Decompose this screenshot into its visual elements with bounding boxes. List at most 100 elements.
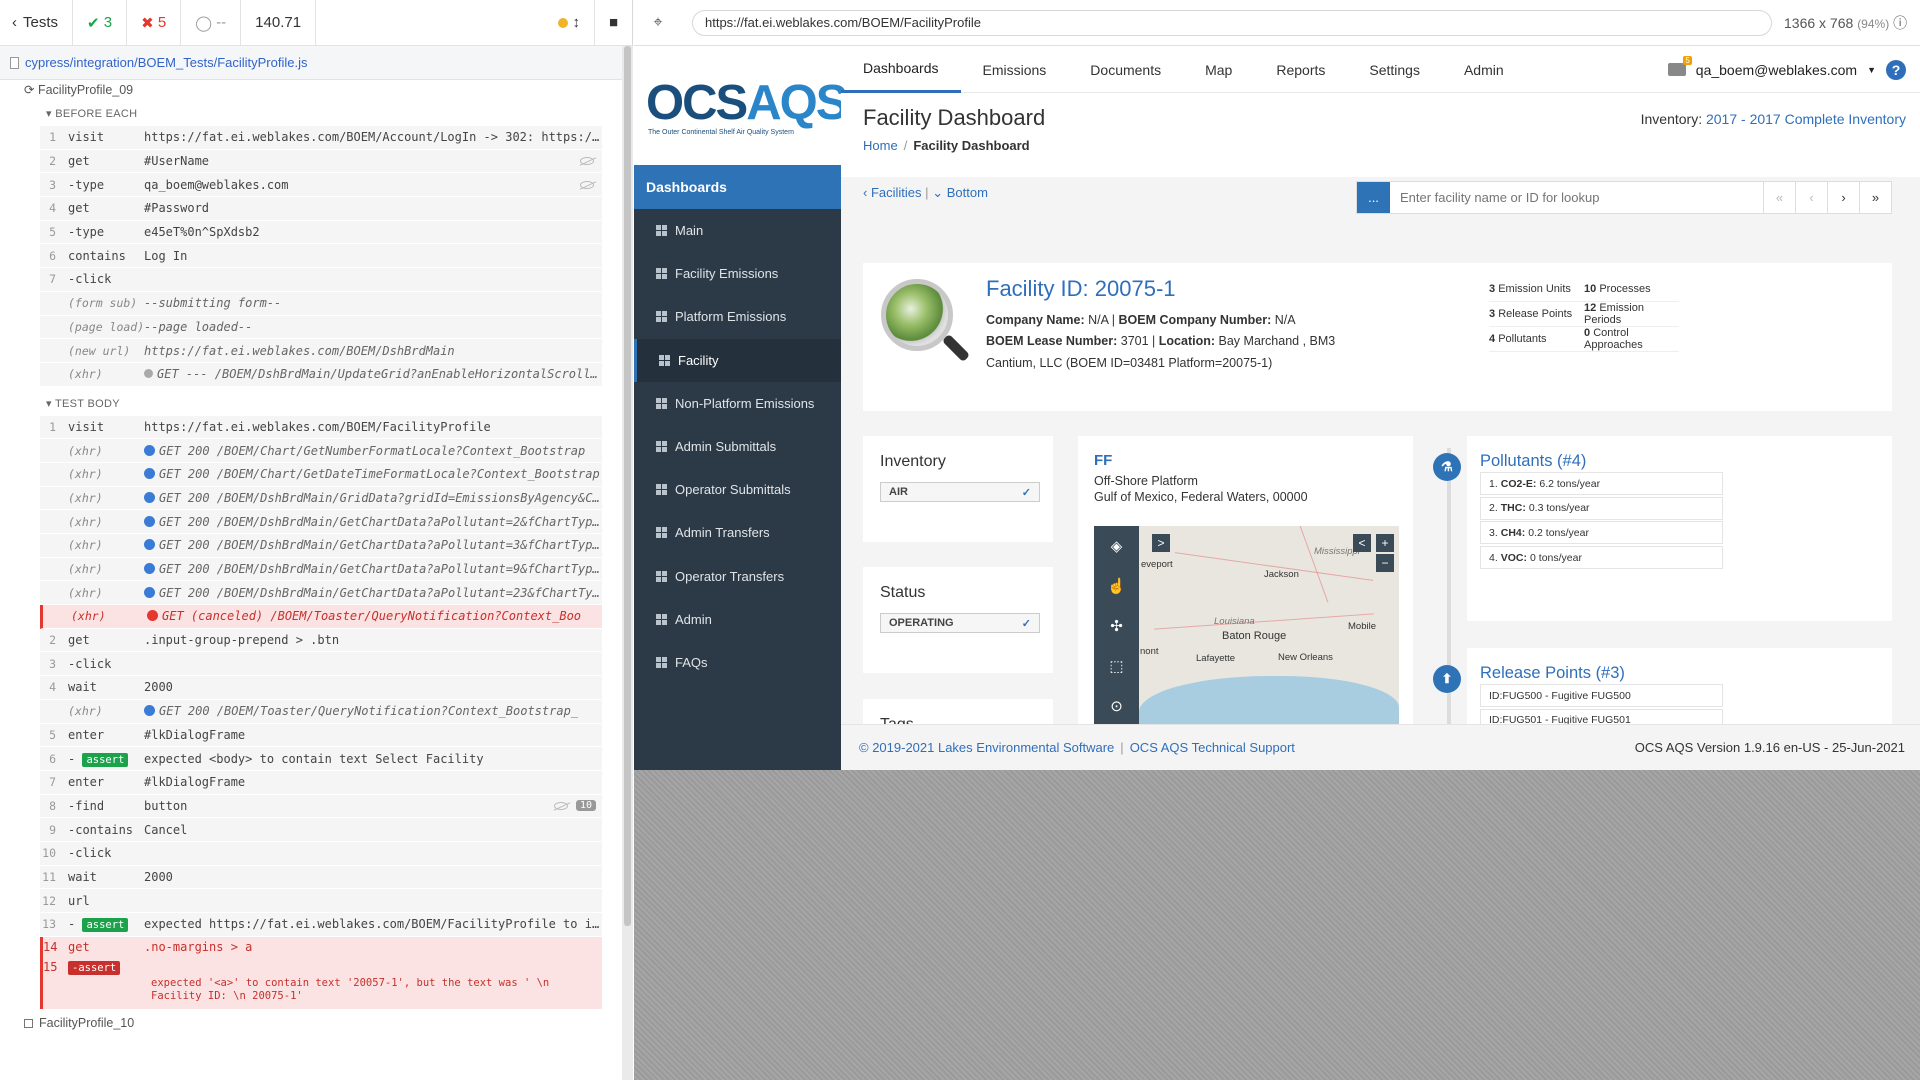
command-row[interactable]: 8 -find button 10: [40, 794, 602, 819]
mail-icon[interactable]: 5: [1667, 56, 1692, 76]
command-row[interactable]: (xhr) GET --- /BOEM/DshBrdMain/UpdateGrid…: [40, 362, 602, 387]
inventory-link[interactable]: 2017 - 2017 Complete Inventory: [1706, 111, 1906, 127]
pollutant-item[interactable]: 1. CO2-E: 6.2 tons/year: [1480, 472, 1723, 495]
command-row[interactable]: 4 get #Password: [40, 197, 602, 221]
command-row[interactable]: 12 url: [40, 889, 602, 913]
suite-title[interactable]: ⟳ FacilityProfile_09: [0, 80, 620, 97]
bottom-link[interactable]: Bottom: [947, 185, 988, 200]
command-row[interactable]: (xhr) GET 200 /BOEM/DshBrdMain/GetChartDa…: [40, 557, 602, 582]
command-row[interactable]: 10 -click: [40, 841, 602, 866]
stat-cell[interactable]: 10 Processes: [1584, 283, 1679, 295]
expand-panel-button[interactable]: >: [1152, 534, 1170, 552]
help-icon[interactable]: ?: [1886, 59, 1906, 80]
nav-admin[interactable]: Admin: [1442, 47, 1526, 93]
sidebar-item-facility[interactable]: Facility: [634, 338, 841, 382]
logo-area[interactable]: OCSAQS The Outer Continental Shelf Air Q…: [634, 47, 848, 165]
zoom-box-icon[interactable]: ⬚: [1094, 646, 1139, 686]
zoom-in-button[interactable]: +: [1376, 534, 1394, 552]
command-row[interactable]: 7 -click: [40, 268, 602, 292]
sidebar-item-faqs[interactable]: FAQs: [634, 641, 841, 684]
command-row[interactable]: (xhr) GET (canceled) /BOEM/Toaster/QueryN…: [40, 605, 602, 629]
location-icon[interactable]: ⊙: [1094, 686, 1139, 726]
sidebar-item-admin-submittals[interactable]: Admin Submittals: [634, 425, 841, 468]
command-row[interactable]: 9 -contains Cancel: [40, 818, 602, 842]
sidebar-header[interactable]: Dashboards: [634, 165, 841, 209]
runner-scrollbar[interactable]: [622, 46, 633, 1080]
nav-dashboards[interactable]: Dashboards: [841, 47, 961, 93]
footer-copyright-link[interactable]: © 2019-2021 Lakes Environmental Software: [859, 740, 1114, 755]
sidebar-item-facility-emissions[interactable]: Facility Emissions: [634, 252, 841, 295]
command-row[interactable]: (xhr) GET 200 /BOEM/DshBrdMain/GetChartDa…: [40, 534, 602, 558]
command-row[interactable]: 11 wait 2000: [40, 865, 602, 890]
command-row[interactable]: (new url) https://fat.ei.weblakes.com/BOE…: [40, 339, 602, 363]
footer-support-link[interactable]: OCS AQS Technical Support: [1130, 740, 1295, 755]
user-menu[interactable]: qa_boem@weblakes.com: [1696, 62, 1857, 78]
facilities-link[interactable]: Facilities: [871, 185, 922, 200]
back-to-tests-button[interactable]: ‹ Tests: [0, 0, 74, 46]
sidebar-item-admin[interactable]: Admin: [634, 598, 841, 641]
pointer-icon[interactable]: ☝: [1094, 566, 1139, 606]
nav-map[interactable]: Map: [1183, 47, 1254, 93]
breadcrumb-home[interactable]: Home: [863, 138, 898, 153]
fullscreen-icon[interactable]: ✣: [1094, 606, 1139, 646]
test-body-hook[interactable]: ▾ TEST BODY: [0, 387, 620, 416]
command-row[interactable]: 3 -type qa_boem@weblakes.com: [40, 173, 602, 198]
failed-command[interactable]: 14 get .no-margins > a 15 -assert expected …: [40, 936, 602, 1009]
lookup-input[interactable]: [1390, 182, 1763, 213]
pollutant-item[interactable]: 2. THC: 0.3 tons/year: [1480, 496, 1723, 520]
pollutant-item[interactable]: 4. VOC: 0 tons/year: [1480, 546, 1723, 570]
map-layers-icon[interactable]: ◈: [1094, 526, 1139, 566]
spec-file-path[interactable]: cypress/integration/BOEM_Tests/FacilityP…: [0, 46, 632, 80]
command-row[interactable]: 7 enter #lkDialogFrame: [40, 770, 602, 795]
nav-reports[interactable]: Reports: [1254, 47, 1347, 93]
first-page-button[interactable]: «: [1763, 182, 1795, 213]
last-page-button[interactable]: »: [1859, 182, 1891, 213]
command-row[interactable]: 3 -click: [40, 652, 602, 677]
command-row[interactable]: 6 contains Log In: [40, 244, 602, 269]
command-row[interactable]: (xhr) GET 200 /BOEM/DshBrdMain/GetChartDa…: [40, 581, 602, 606]
next-page-button[interactable]: ›: [1827, 182, 1859, 213]
command-row[interactable]: 4 wait 2000: [40, 676, 602, 700]
status-select[interactable]: OPERATING ✓: [880, 613, 1040, 633]
release-points-title[interactable]: Release Points (#3): [1480, 664, 1625, 683]
pollutants-title[interactable]: Pollutants (#4): [1480, 452, 1586, 471]
nav-settings[interactable]: Settings: [1347, 47, 1442, 93]
stat-cell[interactable]: 0 Control Approaches: [1584, 327, 1679, 351]
sidebar-item-operator-transfers[interactable]: Operator Transfers: [634, 555, 841, 598]
stat-cell[interactable]: 12 Emission Periods: [1584, 302, 1679, 326]
command-row[interactable]: (xhr) GET 200 /BOEM/Chart/GetNumberFormat…: [40, 439, 602, 463]
command-row[interactable]: (form sub) --submitting form--: [40, 291, 602, 316]
stat-cell[interactable]: 4 Pollutants: [1489, 333, 1584, 345]
command-row[interactable]: 1 visit https://fat.ei.weblakes.com/BOEM/F…: [40, 415, 602, 440]
command-row[interactable]: (xhr) GET 200 /BOEM/Chart/GetDateTimeForm…: [40, 462, 602, 487]
command-row[interactable]: 13 - assert expected https://fat.ei.weblak…: [40, 913, 602, 937]
nav-documents[interactable]: Documents: [1068, 47, 1183, 93]
command-row[interactable]: 6 - assert expected <body> to contain text…: [40, 747, 602, 771]
sidebar-item-platform-emissions[interactable]: Platform Emissions: [634, 295, 841, 338]
sidebar-item-main[interactable]: Main: [634, 209, 841, 252]
command-row[interactable]: (xhr) GET 200 /BOEM/Toaster/QueryNotifica…: [40, 699, 602, 724]
prev-page-button[interactable]: ‹: [1795, 182, 1827, 213]
command-row[interactable]: 2 get #UserName: [40, 149, 602, 174]
command-row[interactable]: 5 enter #lkDialogFrame: [40, 723, 602, 748]
zoom-out-button[interactable]: −: [1376, 554, 1394, 572]
collapse-panel-button[interactable]: <: [1353, 534, 1371, 552]
lookup-button[interactable]: ...: [1357, 182, 1390, 213]
stop-button[interactable]: ■: [593, 0, 632, 46]
command-row[interactable]: 5 -type e45eT%0n^SpXdsb2: [40, 220, 602, 245]
info-icon[interactable]: ⓘ: [1893, 15, 1907, 31]
command-row[interactable]: (xhr) GET 200 /BOEM/DshBrdMain/GridData?g…: [40, 486, 602, 511]
scroll-thumb[interactable]: [624, 46, 631, 926]
url-bar[interactable]: https://fat.ei.weblakes.com/BOEM/Facilit…: [692, 9, 1772, 36]
sidebar-item-non-platform-emissions[interactable]: Non-Platform Emissions: [634, 382, 841, 425]
command-row[interactable]: (xhr) GET 200 /BOEM/DshBrdMain/GetChartDa…: [40, 510, 602, 534]
stat-cell[interactable]: 3 Emission Units: [1489, 283, 1584, 295]
sidebar-item-operator-submittals[interactable]: Operator Submittals: [634, 468, 841, 511]
stat-cell[interactable]: 3 Release Points: [1489, 308, 1584, 320]
facility-id-link[interactable]: Facility ID: 20075-1: [986, 276, 1176, 302]
command-row[interactable]: 2 get .input-group-prepend > .btn: [40, 628, 602, 653]
selector-playground-icon[interactable]: ⌖: [642, 14, 674, 32]
nav-emissions[interactable]: Emissions: [961, 47, 1069, 93]
running-indicator[interactable]: ↕: [544, 0, 594, 46]
release-point-item[interactable]: ID:FUG500 - Fugitive FUG500: [1480, 684, 1723, 707]
